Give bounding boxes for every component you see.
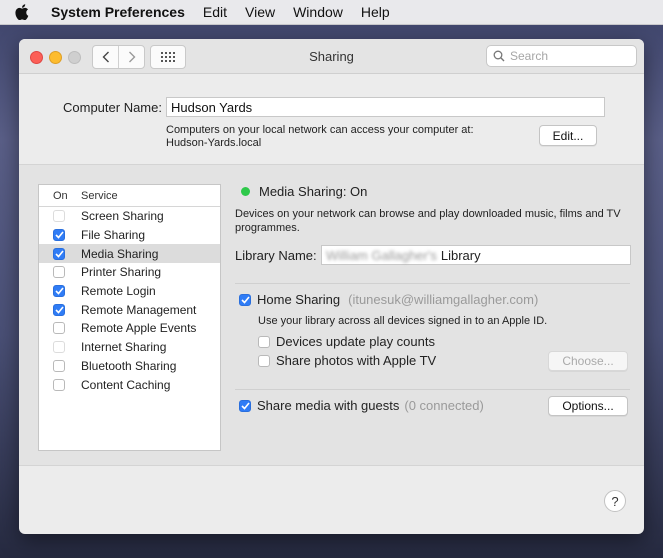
service-checkbox-cell (39, 247, 81, 260)
choose-button[interactable]: Choose... (548, 351, 628, 371)
home-sharing-row: Home Sharing (itunesuk@williamgallagher.… (239, 292, 538, 307)
service-checkbox-cell (39, 341, 81, 354)
apple-icon[interactable] (15, 4, 31, 20)
service-label: Remote Login (81, 284, 156, 299)
library-name-label: Library Name: (235, 248, 317, 263)
service-checkbox[interactable] (53, 378, 65, 391)
service-checkbox-cell (39, 229, 81, 242)
service-row[interactable]: Internet Sharing (39, 338, 220, 357)
media-sharing-status: Media Sharing: On (259, 184, 368, 199)
separator (235, 283, 630, 284)
computer-name-label: Computer Name: (63, 100, 162, 115)
service-row[interactable]: Printer Sharing (39, 263, 220, 282)
home-sharing-account: (itunesuk@williamgallagher.com) (348, 292, 539, 307)
service-label: Printer Sharing (81, 265, 162, 280)
service-checkbox-cell (39, 359, 81, 372)
divider (19, 465, 644, 466)
library-name-suffix: Library (440, 247, 481, 263)
menu-view[interactable]: View (245, 4, 275, 20)
options-button[interactable]: Options... (548, 396, 628, 416)
menu-app-name[interactable]: System Preferences (51, 4, 185, 20)
service-row[interactable]: Content Caching (39, 375, 220, 394)
service-checkbox-cell (39, 378, 81, 391)
devices-update-row: Devices update play counts (258, 334, 435, 349)
library-owner-blurred: William Gallagher's (326, 247, 437, 263)
service-checkbox[interactable] (53, 247, 65, 260)
devices-update-label: Devices update play counts (276, 334, 435, 349)
computer-name-input[interactable] (166, 97, 605, 117)
share-guests-row: Share media with guests (0 connected) (239, 398, 484, 413)
share-photos-label: Share photos with Apple TV (276, 353, 437, 368)
service-checkbox-cell (39, 266, 81, 279)
service-row[interactable]: Bluetooth Sharing (39, 357, 220, 376)
service-label: Remote Apple Events (81, 321, 197, 336)
help-button[interactable]: ? (604, 490, 626, 512)
service-row[interactable]: Screen Sharing (39, 207, 220, 226)
computer-local-address: Hudson-Yards.local (166, 137, 262, 149)
service-checkbox[interactable] (53, 303, 65, 316)
sharing-window: Sharing Computer Name: Computers on your… (19, 39, 644, 534)
service-checkbox-cell (39, 210, 81, 223)
service-label: Content Caching (81, 377, 171, 392)
column-header-on[interactable]: On (39, 190, 81, 202)
computer-name-note: Computers on your local network can acce… (166, 124, 474, 136)
home-sharing-note: Use your library across all devices sign… (258, 315, 548, 327)
status-indicator-icon (241, 187, 250, 196)
devices-update-checkbox[interactable] (258, 335, 270, 348)
service-checkbox[interactable] (53, 359, 65, 372)
guests-count: (0 connected) (404, 398, 484, 413)
share-photos-row: Share photos with Apple TV (258, 353, 436, 368)
separator (235, 389, 630, 390)
service-checkbox[interactable] (53, 266, 65, 279)
home-sharing-label: Home Sharing (257, 292, 341, 307)
search-input[interactable] (510, 49, 620, 63)
service-checkbox[interactable] (53, 285, 65, 298)
menu-help[interactable]: Help (361, 4, 390, 20)
service-list-header: On Service (39, 185, 220, 207)
service-checkbox[interactable] (53, 210, 65, 223)
library-name-field[interactable]: William Gallagher's Library (321, 245, 631, 265)
edit-button[interactable]: Edit... (539, 125, 597, 146)
share-guests-label: Share media with guests (257, 398, 400, 413)
service-row[interactable]: Media Sharing (39, 244, 220, 264)
service-checkbox-cell (39, 285, 81, 298)
service-row[interactable]: Remote Apple Events (39, 319, 220, 338)
service-row[interactable]: Remote Login (39, 282, 220, 301)
service-list: On Service Screen Sharing File Sharing Med… (38, 184, 221, 451)
service-label: File Sharing (81, 228, 146, 243)
service-checkbox-cell (39, 322, 81, 335)
service-checkbox[interactable] (53, 341, 65, 354)
service-checkbox[interactable] (53, 322, 65, 335)
service-label: Remote Management (81, 302, 197, 317)
media-sharing-description: Devices on your network can browse and p… (235, 208, 621, 234)
service-checkbox[interactable] (53, 229, 65, 242)
share-guests-checkbox[interactable] (239, 399, 251, 412)
title-bar: Sharing (19, 39, 644, 74)
menu-bar: System Preferences Edit View Window Help (0, 0, 663, 25)
menu-window[interactable]: Window (293, 4, 343, 20)
service-label: Screen Sharing (81, 209, 164, 224)
service-checkbox-cell (39, 303, 81, 316)
menu-edit[interactable]: Edit (203, 4, 227, 20)
search-icon (493, 50, 505, 62)
service-row[interactable]: Remote Management (39, 300, 220, 319)
service-label: Media Sharing (81, 246, 159, 261)
home-sharing-checkbox[interactable] (239, 293, 251, 306)
column-header-service[interactable]: Service (81, 190, 118, 202)
service-label: Internet Sharing (81, 340, 167, 355)
search-field[interactable] (486, 45, 637, 67)
share-photos-checkbox[interactable] (258, 354, 270, 367)
service-label: Bluetooth Sharing (81, 358, 177, 373)
service-row[interactable]: File Sharing (39, 226, 220, 245)
